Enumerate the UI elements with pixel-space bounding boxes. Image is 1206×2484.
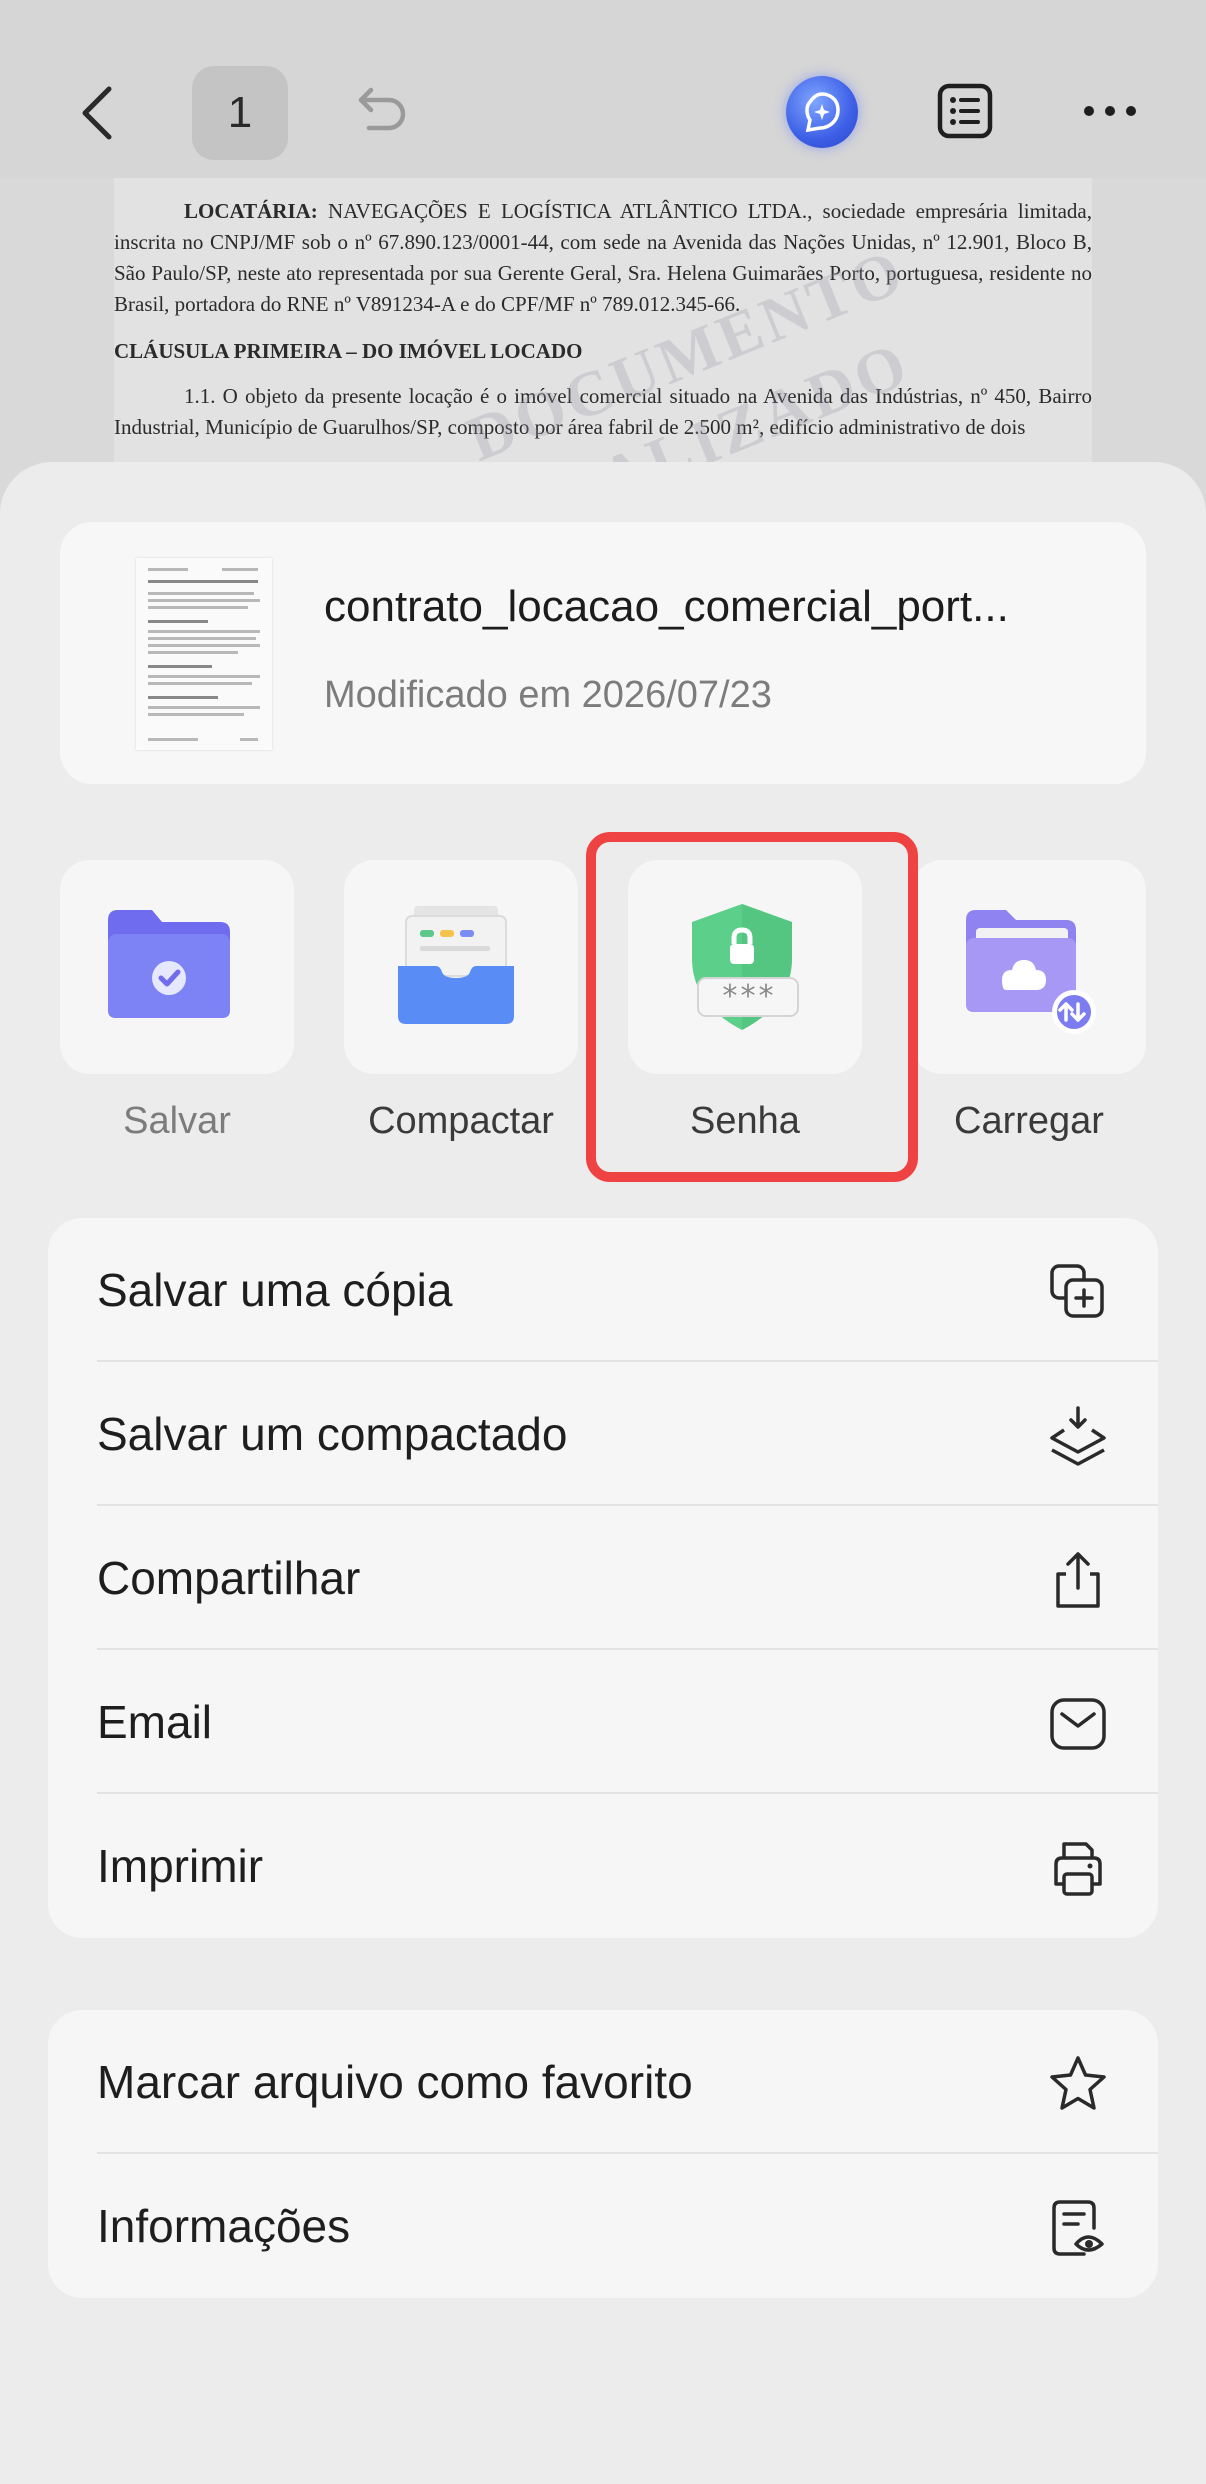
- ai-assistant-button[interactable]: [786, 76, 858, 148]
- file-modified-date: Modificado em 2026/07/23: [324, 674, 772, 716]
- share-sheet: contrato_locacao_comercial_port... Modif…: [0, 462, 1206, 2484]
- menu-group-main: Salvar uma cópia Salvar um compactado Co…: [48, 1218, 1158, 1938]
- outline-button[interactable]: [936, 82, 994, 140]
- file-thumbnail: [136, 558, 272, 750]
- menu-item-info[interactable]: Informações: [48, 2154, 1158, 2298]
- cloud-folder-icon: [966, 910, 1096, 1034]
- undo-icon: [358, 87, 406, 131]
- copy-plus-icon: [1050, 1264, 1104, 1318]
- menu-group-secondary: Marcar arquivo como favorito Informações: [48, 2010, 1158, 2298]
- star-icon: [1050, 2056, 1106, 2110]
- highlight-frame: [586, 832, 918, 1182]
- action-label: Compactar: [368, 1100, 554, 1142]
- file-info-card: contrato_locacao_comercial_port... Modif…: [60, 522, 1146, 784]
- top-toolbar: 1: [0, 0, 1206, 178]
- mail-icon: [1050, 1698, 1106, 1750]
- page-number: 1: [227, 88, 253, 137]
- menu-item-email[interactable]: Email: [48, 1650, 1158, 1794]
- action-compress[interactable]: Compactar: [328, 860, 578, 1190]
- menu-item-save-compressed[interactable]: Salvar um compactado: [48, 1362, 1158, 1506]
- document-info-icon: [1052, 2200, 1104, 2256]
- menu-item-print[interactable]: Imprimir: [48, 1794, 1158, 1938]
- more-options-button[interactable]: [1080, 96, 1140, 126]
- chevron-left-icon: [82, 86, 112, 140]
- share-icon: [1056, 1552, 1100, 1608]
- ai-sparkle-icon: [805, 92, 840, 133]
- action-upload[interactable]: Carregar: [896, 860, 1146, 1190]
- more-dots-icon: [1084, 106, 1136, 116]
- file-name: contrato_locacao_comercial_port...: [324, 582, 1009, 631]
- list-icon: [937, 83, 993, 139]
- archive-tray-icon: [398, 906, 514, 1024]
- action-save[interactable]: Salvar: [44, 860, 294, 1190]
- undo-button[interactable]: [354, 82, 410, 138]
- action-label: Salvar: [123, 1100, 231, 1142]
- page-number-button[interactable]: 1: [192, 66, 288, 160]
- document-paragraph: LOCATÁRIA: NAVEGAÇÕES E LOGÍSTICA ATLÂNT…: [114, 199, 1092, 316]
- action-label: Carregar: [954, 1100, 1104, 1142]
- layers-download-icon: [1050, 1406, 1106, 1466]
- menu-item-save-copy[interactable]: Salvar uma cópia: [48, 1218, 1158, 1362]
- printer-icon: [1054, 1842, 1102, 1896]
- menu-item-favorite[interactable]: Marcar arquivo como favorito: [48, 2010, 1158, 2154]
- menu-item-share[interactable]: Compartilhar: [48, 1506, 1158, 1650]
- document-preview: LOCATÁRIA: NAVEGAÇÕES E LOGÍSTICA ATLÂNT…: [114, 178, 1092, 478]
- folder-check-icon: [108, 910, 230, 1018]
- back-button[interactable]: [70, 80, 122, 146]
